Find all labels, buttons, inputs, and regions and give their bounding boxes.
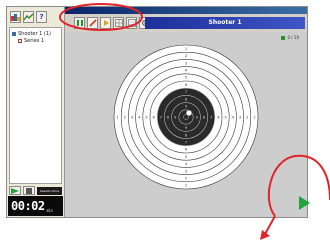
ring-number: 7: [160, 115, 162, 119]
stop-icon[interactable]: [23, 186, 35, 195]
ring-number: 7: [185, 90, 187, 94]
series-icon: [18, 38, 22, 43]
left-panel: ? Shooter 1 (1) Series 1 Session time 00…: [7, 7, 65, 217]
ring-number: 5: [185, 76, 187, 80]
tool-group: [74, 17, 150, 29]
shot-counter: 0 / 10: [281, 35, 299, 40]
table-icon[interactable]: [126, 17, 137, 29]
arrow-icon[interactable]: [100, 17, 111, 29]
tree-item-shooter[interactable]: Shooter 1 (1): [12, 30, 59, 37]
shot-count: 0 / 10: [287, 35, 299, 40]
ring-number: 7: [185, 141, 187, 145]
target-area: 0 / 10 111122223333444455556666777788889…: [65, 32, 307, 217]
start-icon[interactable]: [9, 186, 21, 195]
shooter-tree: Shooter 1 (1) Series 1: [9, 27, 62, 184]
shooting-target[interactable]: 111122223333444455556666777788889999: [110, 41, 262, 193]
ring-number: 1: [116, 115, 118, 119]
ring-number: 1: [185, 184, 187, 188]
app-window: ? Shooter 1 (1) Series 1 Session time 00…: [6, 6, 308, 218]
group-icon[interactable]: [10, 11, 21, 23]
timer-value: 00:02: [11, 199, 45, 213]
counter-icon: [281, 35, 286, 40]
ring-number: 3: [239, 115, 241, 119]
ring-number: 5: [224, 115, 226, 119]
main-toolbar: Shooter 1: [65, 14, 307, 32]
tree-item-series[interactable]: Series 1: [12, 37, 59, 44]
shooter-title: Shooter 1: [145, 17, 305, 29]
ring-number: 5: [145, 115, 147, 119]
shooter-icon: [12, 31, 16, 36]
target-view-icon[interactable]: [74, 17, 85, 29]
ring-number: 2: [124, 115, 126, 119]
help-icon[interactable]: ?: [36, 11, 47, 23]
ring-number: 2: [246, 115, 248, 119]
ring-number: 7: [210, 115, 212, 119]
ring-number: 3: [185, 61, 187, 65]
ring-number: 2: [185, 54, 187, 58]
ring-number: 1: [185, 47, 187, 51]
main-area: Shooter 1 0 / 10 11112222333344445555666…: [65, 7, 307, 217]
ring-number: 5: [185, 155, 187, 159]
ring-number: 1: [253, 115, 255, 119]
tree-item-label: Shooter 1 (1): [18, 30, 51, 37]
session-panel: Session time 00:02 min: [8, 185, 64, 217]
ring-number: 3: [131, 115, 133, 119]
timer-unit: min: [46, 208, 53, 213]
ring-number: 3: [185, 169, 187, 173]
annotation-arrowhead: [260, 230, 270, 240]
annotation-arrow: [263, 215, 276, 237]
session-timer: 00:02 min: [8, 196, 63, 216]
main-title-bar: [65, 7, 307, 14]
shot-marker: [185, 109, 193, 117]
grid-icon[interactable]: [113, 17, 124, 29]
tree-item-label: Series 1: [24, 37, 45, 44]
chart-icon[interactable]: [23, 11, 34, 23]
play-button[interactable]: [299, 196, 310, 210]
left-toolbar: ?: [8, 8, 63, 26]
ring-number: 2: [185, 177, 187, 181]
pencil-icon[interactable]: [87, 17, 98, 29]
session-label: Session time: [37, 187, 62, 195]
